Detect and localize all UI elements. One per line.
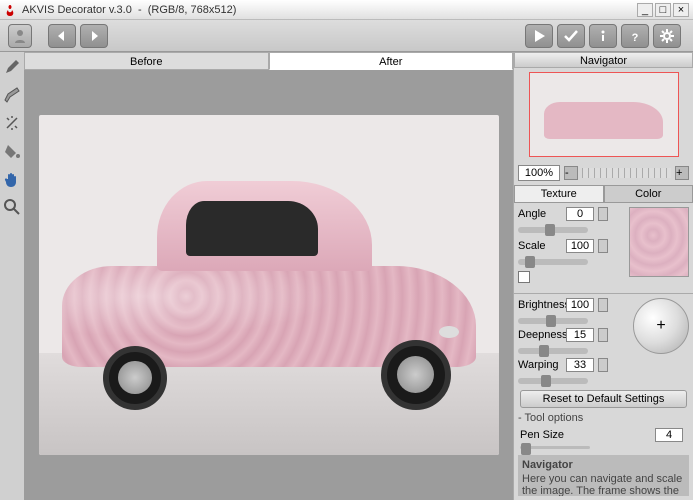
angle-input[interactable] (566, 207, 594, 221)
run-button[interactable] (525, 24, 553, 48)
texture-swatch[interactable] (629, 207, 689, 277)
zoom-input[interactable] (518, 165, 560, 181)
scale-slider[interactable] (518, 259, 588, 265)
minimize-button[interactable]: _ (637, 3, 653, 17)
svg-text:?: ? (632, 32, 639, 44)
navigator-header: Navigator (514, 52, 693, 68)
deepness-input[interactable] (566, 328, 594, 342)
main-toolbar: ? (0, 20, 693, 52)
reset-button[interactable]: Reset to Default Settings (520, 390, 687, 408)
deepness-slider[interactable] (518, 348, 588, 354)
image-canvas[interactable] (24, 70, 513, 500)
pensize-label: Pen Size (520, 429, 564, 441)
play-icon (531, 28, 547, 44)
preserve-checkbox[interactable] (518, 271, 530, 283)
scale-input[interactable] (566, 239, 594, 253)
wand-tool[interactable] (3, 114, 21, 132)
warping-slider[interactable] (518, 378, 588, 384)
zoom-minus-button[interactable]: - (564, 166, 578, 180)
brush-tool[interactable] (3, 58, 21, 76)
right-panel: Navigator - + Texture Color Angle (513, 52, 693, 500)
working-image (39, 115, 499, 455)
zoom-slider[interactable] (582, 168, 671, 178)
navigator-thumbnail[interactable] (529, 72, 679, 157)
angle-slider[interactable] (518, 227, 588, 233)
angle-stepper[interactable] (598, 207, 608, 221)
zoom-plus-button[interactable]: + (675, 166, 689, 180)
tab-before[interactable]: Before (24, 52, 269, 70)
scale-stepper[interactable] (598, 239, 608, 253)
scale-label: Scale (518, 240, 562, 252)
pensize-slider[interactable] (520, 446, 590, 449)
brightness-stepper[interactable] (598, 298, 608, 312)
info-button[interactable] (589, 24, 617, 48)
deepness-stepper[interactable] (598, 328, 608, 342)
check-icon (563, 28, 579, 44)
tab-color[interactable]: Color (604, 185, 693, 203)
help-button[interactable]: ? (621, 24, 649, 48)
warping-label: Warping (518, 359, 562, 371)
tab-texture[interactable]: Texture (514, 185, 604, 203)
tab-after[interactable]: After (269, 52, 514, 70)
presets-button[interactable] (8, 24, 32, 48)
maximize-button[interactable]: □ (655, 3, 671, 17)
pensize-input[interactable] (655, 428, 683, 442)
arrow-right-icon (86, 28, 102, 44)
info-icon (595, 28, 611, 44)
brightness-input[interactable] (566, 298, 594, 312)
close-button[interactable]: × (673, 3, 689, 17)
forward-button[interactable] (80, 24, 108, 48)
window-title: AKVIS Decorator v.3.0 - (RGB/8, 768x512) (22, 4, 637, 16)
app-icon (4, 4, 16, 16)
warping-stepper[interactable] (598, 358, 608, 372)
angle-label: Angle (518, 208, 562, 220)
back-button[interactable] (48, 24, 76, 48)
light-direction-ball[interactable]: + (633, 298, 689, 354)
brightness-label: Brightness (518, 299, 562, 311)
settings-button[interactable] (653, 24, 681, 48)
help-panel: Navigator Here you can navigate and scal… (518, 455, 689, 496)
canvas-tabs: Before After (24, 52, 513, 70)
bucket-tool[interactable] (3, 142, 21, 160)
arrow-left-icon (54, 28, 70, 44)
tools-sidebar (0, 52, 24, 500)
tool-options-header: - Tool options (514, 410, 693, 426)
titlebar: AKVIS Decorator v.3.0 - (RGB/8, 768x512)… (0, 0, 693, 20)
gear-icon (659, 28, 675, 44)
eraser-tool[interactable] (3, 86, 21, 104)
deepness-label: Deepness (518, 329, 562, 341)
zoom-tool[interactable] (3, 198, 21, 216)
warping-input[interactable] (566, 358, 594, 372)
question-icon: ? (627, 28, 643, 44)
brightness-slider[interactable] (518, 318, 588, 324)
apply-button[interactable] (557, 24, 585, 48)
hand-tool[interactable] (3, 170, 21, 188)
